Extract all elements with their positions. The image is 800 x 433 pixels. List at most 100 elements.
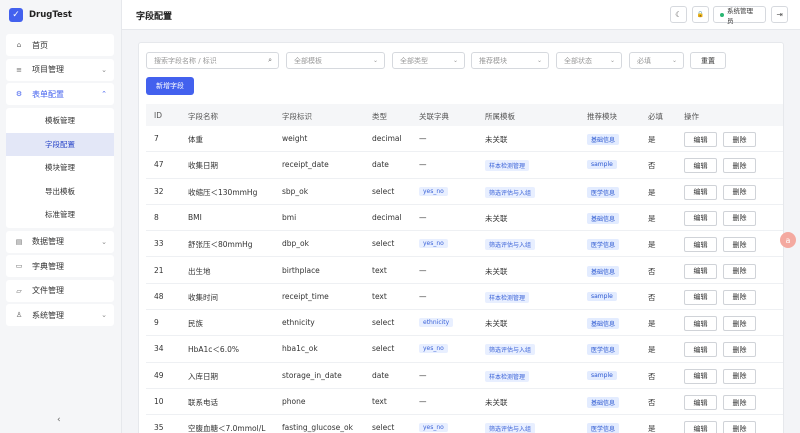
sidebar-item-label: 字典管理 [32, 261, 64, 271]
module-select[interactable]: 推荐模块 ⌄ [471, 52, 549, 69]
sidebar-subitem-2[interactable]: 模块管理 [6, 157, 114, 180]
delete-button[interactable]: 删除 [723, 132, 756, 147]
edit-button[interactable]: 编辑 [684, 342, 717, 358]
sidebar-item-0[interactable]: ⌂ 首页 [6, 34, 114, 56]
search-input[interactable]: 搜索字段名称 / 标识 ⌕ [146, 52, 279, 69]
page-title: 字段配置 [136, 12, 173, 22]
theme-toggle-button[interactable]: ☾ [670, 6, 687, 23]
delete-button[interactable]: 删除 [723, 184, 756, 200]
edit-button[interactable]: 编辑 [684, 158, 717, 174]
cell-field-name: 舒张压＜80mmHg [188, 240, 253, 250]
table-row: 35 空腹血糖＜7.0mmol/L fasting_glucose_ok select… [146, 415, 783, 433]
template-tag: 筛选评估与入组 [485, 344, 536, 356]
module-select-value: 推荐模块 [479, 56, 507, 65]
delete-button[interactable]: 删除 [723, 395, 756, 410]
cell-field-key: weight [282, 134, 308, 143]
module-tag: sample [587, 370, 617, 380]
sidebar-item-3[interactable]: ▤ 数据管理 ⌄ [6, 230, 114, 253]
cell-required: 是 [648, 213, 656, 223]
reset-button[interactable]: 重置 [690, 52, 726, 69]
edit-button[interactable]: 编辑 [684, 237, 717, 253]
delete-button[interactable]: 删除 [723, 158, 756, 174]
cell-type: decimal [372, 212, 402, 222]
cell-id: 34 [154, 344, 164, 354]
status-select-value: 全部状态 [564, 56, 592, 65]
sidebar-subitem-4[interactable]: 标准管理 [6, 204, 114, 227]
chevron-down-icon: ⌄ [452, 57, 458, 64]
edit-button[interactable]: 编辑 [684, 289, 717, 305]
cell-id: 7 [154, 134, 159, 143]
logout-button[interactable]: ⇥ [771, 6, 788, 23]
sidebar-item-2[interactable]: ⚙ 表单配置 ⌃ [6, 83, 114, 105]
edit-button[interactable]: 编辑 [684, 132, 717, 147]
cell-required: 否 [648, 292, 656, 302]
module-tag: 医学信息 [587, 423, 620, 433]
sidebar: ✓ DrugTest ⌂ 首页 ≡ 项目管理 ⌄ ⚙ 表单配置 ⌃ 模板管理 字段配置 模块管理 导出… [0, 0, 122, 433]
cell-required: 否 [648, 161, 656, 171]
type-select[interactable]: 全部类型 ⌄ [392, 52, 465, 69]
cell-id: 9 [154, 318, 159, 328]
cell-required: 是 [648, 319, 656, 329]
required-select[interactable]: 必填 ⌄ [629, 52, 684, 69]
edit-button[interactable]: 编辑 [684, 421, 717, 433]
sidebar-item-label: 文件管理 [32, 286, 64, 295]
edit-button[interactable]: 编辑 [684, 210, 717, 226]
sidebar-nav: ⌂ 首页 ≡ 项目管理 ⌄ ⚙ 表单配置 ⌃ 模板管理 字段配置 模块管理 导出模板 标准管理 ▤ 数据管理… [6, 34, 114, 329]
cell-field-name: 入库日期 [188, 371, 218, 381]
column-header: ID [154, 111, 162, 120]
cell-dict: — [419, 212, 427, 222]
cell-type: text [372, 291, 387, 301]
table-row: 8 BMI bmi decimal — 未关联 基础信息 是 编辑 删除 [146, 205, 783, 232]
module-tag: 基础信息 [587, 212, 620, 224]
sidebar-subitem-0[interactable]: 模板管理 [6, 110, 114, 133]
delete-button[interactable]: 删除 [723, 316, 756, 332]
user-icon: ♙ [15, 311, 23, 319]
collapse-sidebar-icon[interactable]: ‹ [57, 415, 61, 425]
floating-assistant-icon[interactable]: a [780, 232, 796, 248]
template-select[interactable]: 全部模板 ⌄ [286, 52, 385, 69]
edit-button[interactable]: 编辑 [684, 368, 717, 384]
cell-id: 10 [154, 397, 164, 406]
cell-type: select [372, 186, 395, 196]
cell-field-key: birthplace [282, 265, 320, 275]
delete-button[interactable]: 删除 [723, 342, 756, 358]
delete-button[interactable]: 删除 [723, 210, 756, 226]
sidebar-item-4[interactable]: ▭ 字典管理 [6, 255, 114, 277]
cell-dict: — [419, 397, 427, 406]
add-field-button[interactable]: 新增字段 [146, 77, 194, 95]
template-tag: 样本检测管理 [485, 370, 530, 382]
sidebar-item-label: 数据管理 [32, 237, 64, 246]
book-icon: ▭ [15, 262, 23, 270]
column-header: 推荐模块 [587, 112, 617, 121]
edit-button[interactable]: 编辑 [684, 184, 717, 200]
module-tag: 基础信息 [587, 134, 620, 145]
cell-dict: — [419, 134, 427, 143]
module-tag: 基础信息 [587, 397, 620, 408]
lock-button[interactable]: 🔒 [692, 6, 709, 23]
cell-type: text [372, 265, 387, 275]
sidebar-item-1[interactable]: ≡ 项目管理 ⌄ [6, 58, 114, 81]
brand: ✓ DrugTest [0, 0, 121, 30]
sidebar-item-6[interactable]: ♙ 系统管理 ⌄ [6, 304, 114, 326]
edit-button[interactable]: 编辑 [684, 263, 717, 279]
search-placeholder: 搜索字段名称 / 标识 [154, 56, 217, 65]
status-select[interactable]: 全部状态 ⌄ [556, 52, 622, 69]
dict-tag: yes_no [419, 239, 448, 249]
edit-button[interactable]: 编辑 [684, 395, 717, 410]
cell-field-name: 空腹血糖＜7.0mmol/L [188, 424, 266, 433]
sidebar-subitem-3[interactable]: 导出模板 [6, 180, 114, 203]
sidebar-subitem-1[interactable]: 字段配置 [6, 133, 114, 156]
delete-button[interactable]: 删除 [723, 368, 756, 384]
delete-button[interactable]: 删除 [723, 237, 756, 253]
user-badge[interactable]: 系统管理员 [713, 6, 766, 25]
cell-template: 未关联 [485, 319, 508, 329]
sidebar-item-5[interactable]: ▱ 文件管理 [6, 279, 114, 302]
cell-required: 否 [648, 266, 656, 276]
edit-button[interactable]: 编辑 [684, 316, 717, 332]
delete-button[interactable]: 删除 [723, 263, 756, 279]
delete-button[interactable]: 删除 [723, 289, 756, 305]
cell-id: 32 [154, 186, 164, 196]
delete-button[interactable]: 删除 [723, 421, 756, 433]
cell-required: 否 [648, 371, 656, 381]
template-tag: 样本检测管理 [485, 291, 530, 303]
